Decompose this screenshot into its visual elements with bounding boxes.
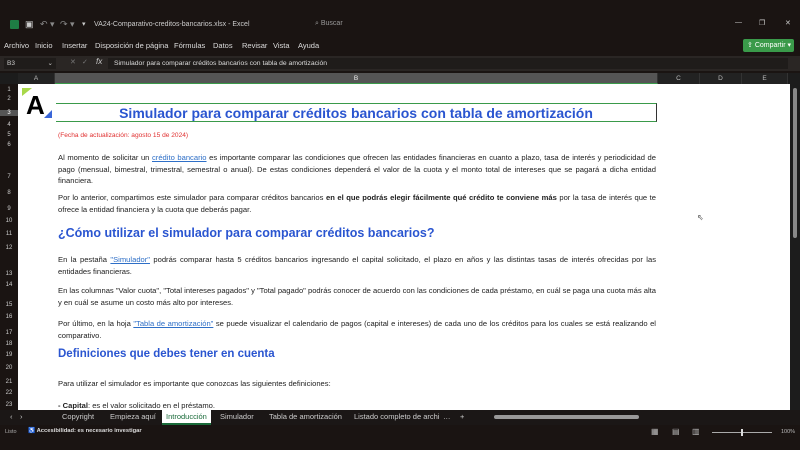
name-box[interactable]: B3 ⌄ xyxy=(4,58,56,69)
redo-icon[interactable]: ↷ ▾ xyxy=(60,19,75,30)
next-sheet-button[interactable]: › xyxy=(20,412,23,421)
worksheet[interactable]: A Simulador para comparar créditos banca… xyxy=(18,84,790,410)
save-icon[interactable]: ▣ xyxy=(25,19,34,30)
tab-tabla-amortizacion[interactable]: Tabla de amortización xyxy=(269,412,342,421)
search-icon: ⌕ xyxy=(315,20,319,27)
row-header[interactable]: 7 xyxy=(0,174,18,180)
row-header[interactable]: 3 xyxy=(0,110,18,116)
row-header[interactable]: 12 xyxy=(0,245,18,251)
customize-icon[interactable]: ▾ xyxy=(82,20,86,28)
row-header[interactable]: 22 xyxy=(0,390,18,396)
tab-listado[interactable]: Listado completo de archi xyxy=(354,412,439,421)
column-header-a[interactable]: A xyxy=(18,73,55,84)
column-header-d[interactable]: D xyxy=(700,73,742,84)
paragraph-5: Por último, en la hoja "Tabla de amortiz… xyxy=(58,319,656,340)
add-sheet-button[interactable]: + xyxy=(460,412,464,421)
zoom-level[interactable]: 100% xyxy=(781,429,795,435)
cell-ref: B3 xyxy=(7,60,15,67)
page-break-icon[interactable]: ▥ xyxy=(692,427,700,436)
row-header[interactable]: 9 xyxy=(0,206,18,212)
file-name: VA24-Comparativo-creditos-bancarios.xlsx xyxy=(94,21,227,28)
menu-vista[interactable]: Vista xyxy=(273,41,290,50)
tab-simulador[interactable]: Simulador xyxy=(220,412,254,421)
row-header[interactable]: 5 xyxy=(0,132,18,138)
paragraph-3: En la pestaña "Simulador" podrás compara… xyxy=(58,255,656,276)
menu-ayuda[interactable]: Ayuda xyxy=(298,41,319,50)
horizontal-scrollbar[interactable] xyxy=(490,414,790,420)
row-header[interactable]: 2 xyxy=(0,96,18,102)
accessibility-label: Accesibilidad: es necesario investigar xyxy=(36,428,142,434)
search-box[interactable]: ⌕ Buscar xyxy=(315,20,343,28)
fx-icon[interactable]: fx xyxy=(96,57,102,66)
column-header-c[interactable]: C xyxy=(658,73,700,84)
search-placeholder: Buscar xyxy=(320,20,343,27)
svg-text:A: A xyxy=(26,90,45,118)
row-header[interactable]: 18 xyxy=(0,341,18,347)
mouse-cursor-icon: ⇖ xyxy=(697,213,704,222)
menu-inicio[interactable]: Inicio xyxy=(35,41,53,50)
row-header[interactable]: 15 xyxy=(0,302,18,308)
share-button[interactable]: ⇪ Compartir ▾ xyxy=(743,39,794,52)
tab-introduccion[interactable]: Introducción xyxy=(162,410,211,425)
column-header-e[interactable]: E xyxy=(742,73,788,84)
accessibility-icon: ♿ xyxy=(28,428,36,434)
row-header[interactable]: 4 xyxy=(0,122,18,128)
menu-archivo[interactable]: Archivo xyxy=(4,41,29,50)
row-header[interactable]: 10 xyxy=(0,218,18,224)
accessibility-status[interactable]: ♿ Accesibilidad: es necesario investigar xyxy=(28,428,142,434)
tab-copyright[interactable]: Copyright xyxy=(62,412,94,421)
menu-insertar[interactable]: Insertar xyxy=(62,41,87,50)
row-header[interactable]: 21 xyxy=(0,379,18,385)
brand-logo: A xyxy=(22,88,52,120)
row-header[interactable]: 17 xyxy=(0,330,18,336)
zoom-slider[interactable] xyxy=(712,429,772,436)
intro-paragraph: Al momento de solicitar un crédito banca… xyxy=(58,153,656,185)
close-button[interactable]: ✕ xyxy=(785,19,791,27)
menu-datos[interactable]: Datos xyxy=(213,41,233,50)
row-header[interactable]: 13 xyxy=(0,271,18,277)
app-name: Excel xyxy=(232,21,250,28)
share-icon: ⇪ xyxy=(747,42,753,49)
row-header[interactable]: 11 xyxy=(0,231,18,237)
tab-empieza-aqui[interactable]: Empieza aquí xyxy=(110,412,156,421)
section-heading-definitions: Definiciones que debes tener en cuenta xyxy=(58,348,275,360)
menu-disposicion[interactable]: Disposición de página xyxy=(95,41,168,50)
link-credito-bancario[interactable]: crédito bancario xyxy=(152,153,207,162)
row-header[interactable]: 6 xyxy=(0,142,18,148)
row-header[interactable]: 23 xyxy=(0,402,18,408)
menu-revisar[interactable]: Revisar xyxy=(242,41,267,50)
more-sheets-icon[interactable]: … xyxy=(443,412,451,421)
title-cell[interactable]: Simulador para comparar créditos bancari… xyxy=(56,103,657,122)
vertical-scrollbar[interactable] xyxy=(790,84,800,410)
undo-icon[interactable]: ↶ ▾ xyxy=(40,19,55,30)
update-date: (Fecha de actualización: agosto 15 de 20… xyxy=(58,132,189,139)
paragraph-2: Por lo anterior, compartimos este simula… xyxy=(58,193,656,214)
paragraph-4: En las columnas "Valor cuota", "Total in… xyxy=(58,286,656,307)
cancel-icon[interactable]: ✕ xyxy=(70,58,76,66)
section-heading-how: ¿Cómo utilizar el simulador para compara… xyxy=(58,226,435,240)
formula-input[interactable]: Simulador para comparar créditos bancari… xyxy=(108,58,788,69)
normal-view-icon[interactable]: ▦ xyxy=(651,427,659,436)
paragraph-7: - Capital: es el valor solicitado en el … xyxy=(58,401,216,410)
prev-sheet-button[interactable]: ‹ xyxy=(10,412,13,421)
row-header[interactable]: 14 xyxy=(0,282,18,288)
row-header[interactable]: 20 xyxy=(0,365,18,371)
column-header-b[interactable]: B xyxy=(55,73,658,84)
row-header[interactable]: 1 xyxy=(0,87,18,93)
window-title: VA24-Comparativo-creditos-bancarios.xlsx… xyxy=(94,21,250,28)
status-ready: Listo xyxy=(5,429,17,435)
enter-icon[interactable]: ✓ xyxy=(82,58,88,66)
restore-button[interactable]: ❐ xyxy=(759,19,765,27)
row-header[interactable]: 19 xyxy=(0,352,18,358)
link-simulador[interactable]: "Simulador" xyxy=(110,255,150,264)
page-layout-icon[interactable]: ▤ xyxy=(672,427,680,436)
minimize-button[interactable]: — xyxy=(735,19,742,26)
paragraph-6: Para utilizar el simulador es importante… xyxy=(58,379,331,388)
link-tabla-amortizacion[interactable]: "Tabla de amortización" xyxy=(133,319,213,328)
row-header[interactable]: 16 xyxy=(0,314,18,320)
row-header[interactable]: 8 xyxy=(0,190,18,196)
excel-icon xyxy=(10,20,19,29)
menu-formulas[interactable]: Fórmulas xyxy=(174,41,205,50)
share-label: Compartir xyxy=(754,42,786,49)
